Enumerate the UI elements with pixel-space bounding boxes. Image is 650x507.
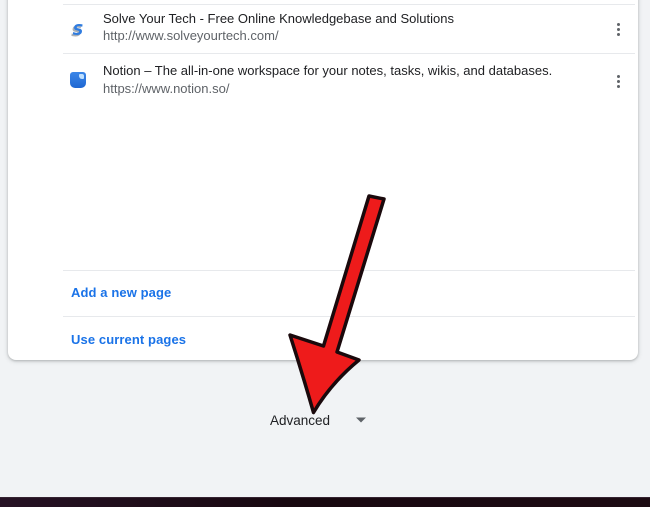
page-title: Solve Your Tech - Free Online Knowledgeb… bbox=[103, 11, 454, 26]
solveyourtech-favicon-icon: S bbox=[70, 22, 86, 38]
page-url: https://www.notion.so/ bbox=[103, 81, 229, 96]
kebab-menu-icon[interactable] bbox=[607, 15, 629, 43]
page-title: Notion – The all-in-one workspace for yo… bbox=[103, 63, 552, 78]
kebab-menu-icon[interactable] bbox=[607, 67, 629, 95]
page-url: http://www.solveyourtech.com/ bbox=[103, 28, 279, 43]
advanced-expander-button[interactable]: Advanced bbox=[270, 408, 366, 432]
chevron-down-icon bbox=[356, 417, 366, 423]
add-new-page-link[interactable]: Add a new page bbox=[71, 285, 171, 300]
bottom-window-edge bbox=[0, 497, 650, 507]
row-divider bbox=[63, 4, 635, 5]
section-divider bbox=[63, 270, 635, 271]
notion-favicon-icon bbox=[70, 72, 86, 88]
row-divider bbox=[63, 53, 635, 54]
startup-pages-card: S Solve Your Tech - Free Online Knowledg… bbox=[8, 0, 638, 360]
advanced-label: Advanced bbox=[270, 413, 330, 428]
section-divider bbox=[63, 316, 635, 317]
use-current-pages-link[interactable]: Use current pages bbox=[71, 332, 186, 347]
